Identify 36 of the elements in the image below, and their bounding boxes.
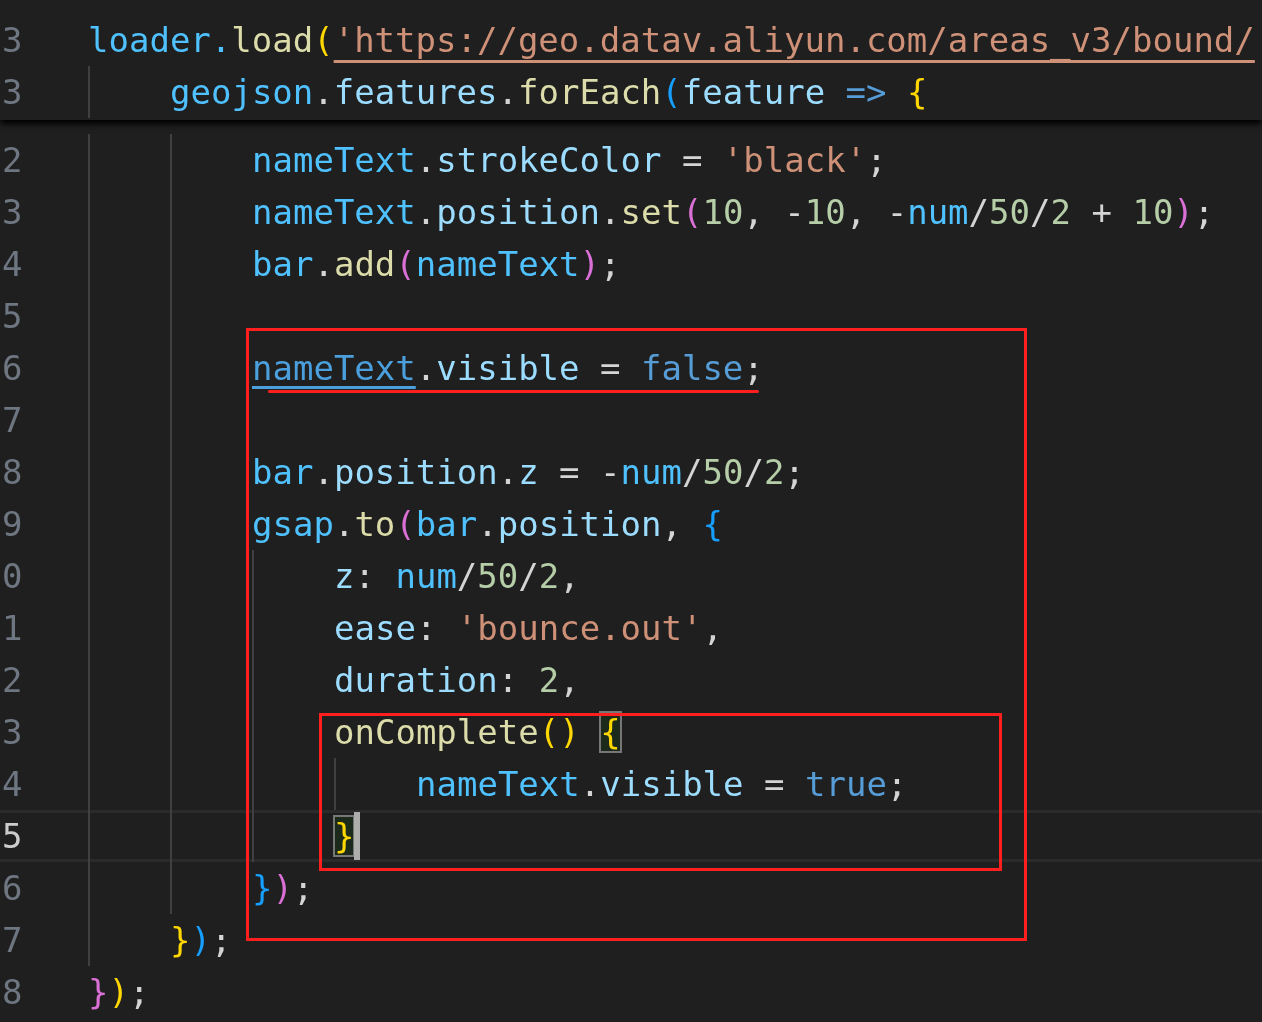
code-line: }); — [88, 972, 150, 1012]
line-number: 4 — [1, 764, 24, 804]
code-line: bar.add(nameText); — [252, 244, 621, 284]
line-number: 3 — [1, 712, 24, 752]
code-line: duration: 2, — [334, 660, 580, 700]
code-line: onComplete() { — [334, 712, 621, 752]
line-number: 2 — [1, 140, 24, 180]
line-number: 0 — [1, 556, 24, 596]
code-line: geojson.features.forEach(feature => { — [170, 72, 928, 112]
line-number: 2 — [1, 660, 24, 700]
line-number: 6 — [1, 348, 24, 388]
code-line: nameText.strokeColor = 'black'; — [252, 140, 887, 180]
code-line: nameText.visible = true; — [416, 764, 908, 804]
line-number: 8 — [1, 972, 24, 1012]
line-number: 1 — [1, 608, 24, 648]
code-line: ease: 'bounce.out', — [334, 608, 723, 648]
line-number: 7 — [1, 920, 24, 960]
code-line: nameText.position.set(10, -10, -num/50/2 + 10); — [252, 192, 1215, 232]
code-line: nameText.visible = false; — [252, 348, 764, 388]
code-line: gsap.to(bar.position, { — [252, 504, 723, 544]
line-number: 4 — [1, 244, 24, 284]
code-line: }); — [170, 920, 232, 960]
line-number: 3 — [1, 192, 24, 232]
line-number: 5 — [1, 816, 24, 856]
text-cursor — [354, 812, 361, 860]
code-line: loader.load('https://geo.datav.aliyun.com/areas_v3/bound/ — [88, 20, 1255, 60]
line-number: 8 — [1, 452, 24, 492]
code-line: bar.position.z = -num/50/2; — [252, 452, 805, 492]
line-number: 6 — [1, 868, 24, 908]
line-number: 9 — [1, 504, 24, 544]
line-number: 3 — [1, 20, 24, 60]
line-number: 5 — [1, 296, 24, 336]
line-number: 3 — [1, 72, 24, 112]
line-number: 7 — [1, 400, 24, 440]
code-line: }); — [252, 868, 314, 908]
code-line: z: num/50/2, — [334, 556, 580, 596]
